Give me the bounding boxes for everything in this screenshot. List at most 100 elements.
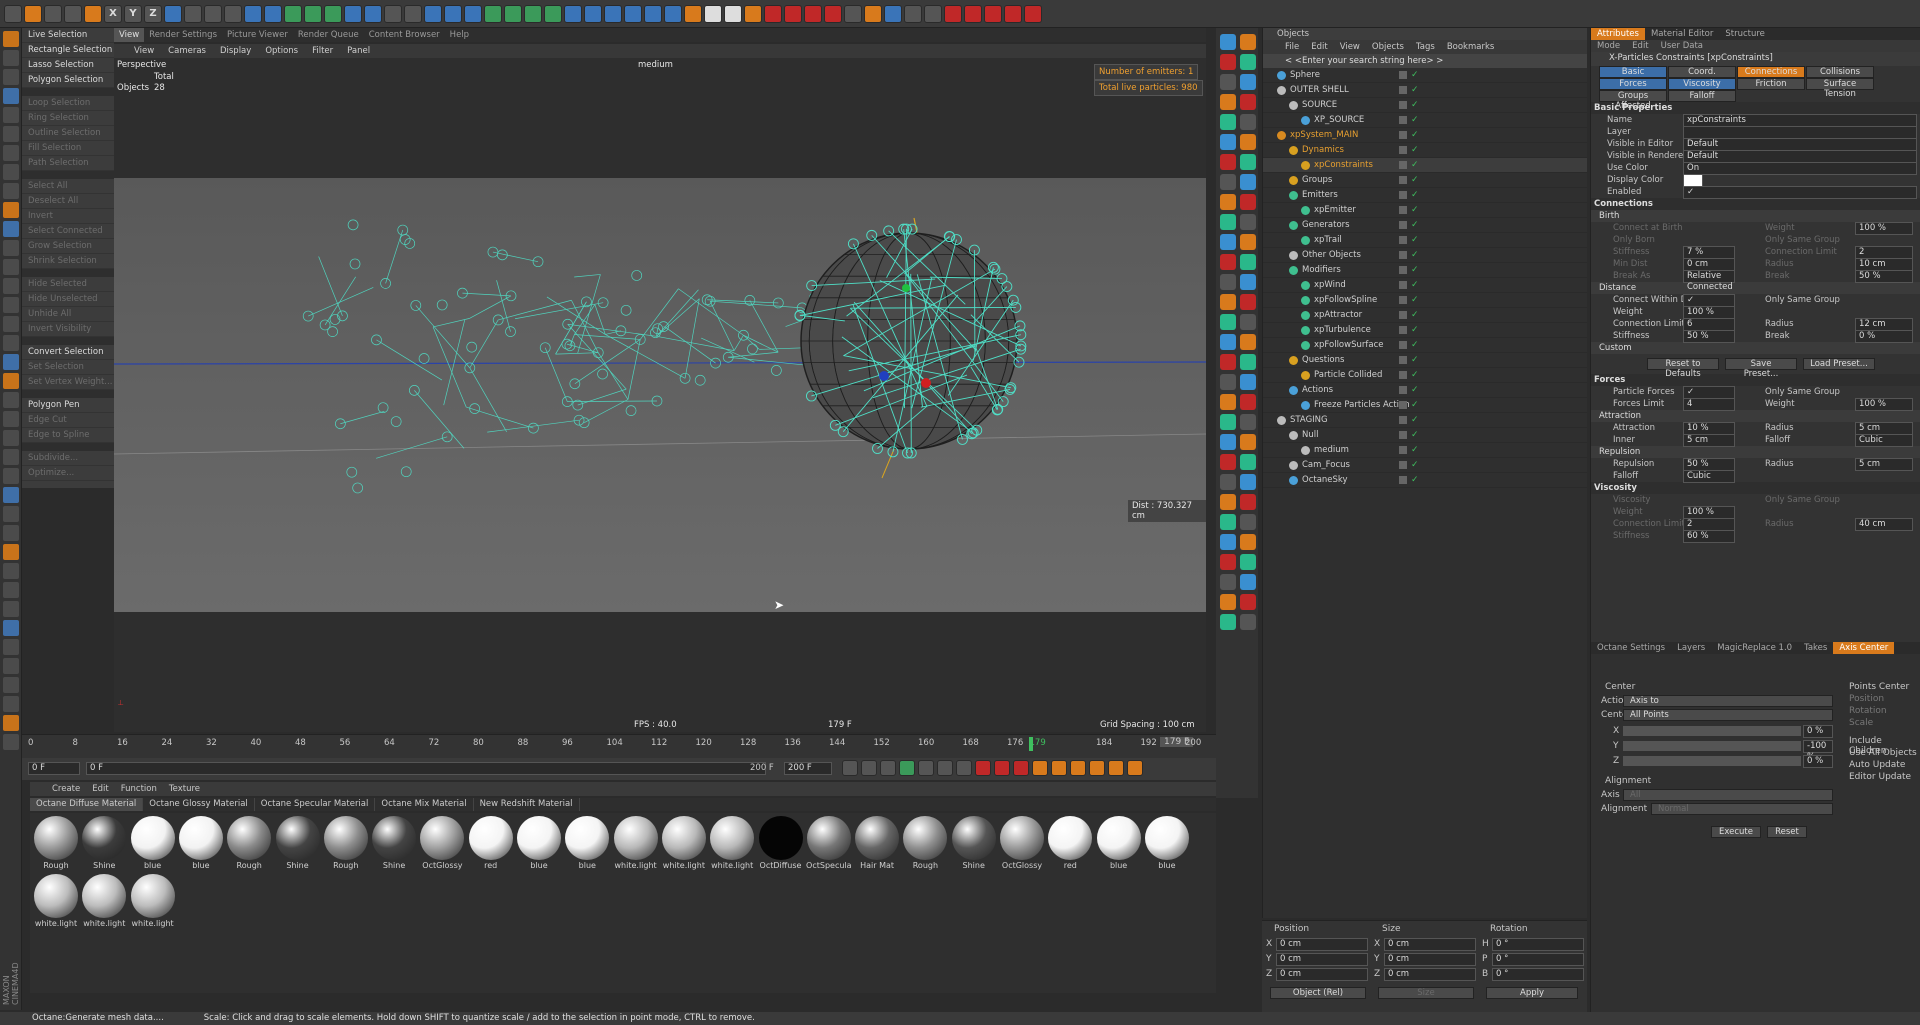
render-view-icon[interactable]: [544, 4, 562, 23]
palette-tool-icon[interactable]: [1220, 354, 1236, 370]
palette-tool-icon[interactable]: [1220, 454, 1236, 470]
property-value[interactable]: 60 %: [1683, 530, 1735, 543]
selection-menu-item[interactable]: Fill Selection: [22, 141, 114, 156]
palette-tool-icon[interactable]: [1220, 74, 1236, 90]
palette-tool-icon[interactable]: [1220, 314, 1236, 330]
camera-icon[interactable]: [684, 4, 702, 23]
array-icon[interactable]: [304, 4, 322, 23]
enabled-check-icon[interactable]: ✓: [1411, 191, 1419, 200]
object-name[interactable]: xpConstraints: [1314, 158, 1373, 173]
material-swatch[interactable]: red: [468, 815, 514, 871]
mode-tool-icon[interactable]: [3, 335, 19, 351]
object-name[interactable]: Modifiers: [1302, 263, 1341, 278]
material-swatch[interactable]: red: [1047, 815, 1093, 871]
material-swatch[interactable]: blue: [1144, 815, 1190, 871]
visibility-toggle[interactable]: [1399, 101, 1407, 109]
visibility-toggle[interactable]: [1399, 71, 1407, 79]
material-swatch[interactable]: Rough: [226, 815, 272, 871]
visibility-toggle[interactable]: [1399, 251, 1407, 259]
viewport-tab[interactable]: Render Queue: [293, 28, 364, 42]
axis-value[interactable]: 0 %: [1803, 755, 1833, 768]
attribute-tab[interactable]: Attributes: [1591, 28, 1645, 40]
object-menu-item[interactable]: Objects: [1372, 40, 1404, 54]
selection-menu-item[interactable]: Convert Selection: [22, 345, 114, 360]
attraction-group[interactable]: Attraction: [1591, 410, 1920, 422]
selection-menu-item[interactable]: Outline Selection: [22, 126, 114, 141]
selection-menu-item[interactable]: Rectangle Selection: [22, 43, 114, 58]
mode-tool-icon[interactable]: [3, 107, 19, 123]
palette-tool-icon[interactable]: [1220, 114, 1236, 130]
param-key-icon[interactable]: [1089, 760, 1105, 776]
material-swatch[interactable]: white.light: [709, 815, 755, 871]
attribute-subtab[interactable]: Connections: [1737, 66, 1805, 78]
material-menu-item[interactable]: Edit: [92, 782, 108, 796]
mode-tool-icon[interactable]: [3, 69, 19, 85]
palette-tool-icon[interactable]: [1240, 94, 1256, 110]
size-mode-select[interactable]: Size: [1378, 987, 1474, 999]
move-key-icon[interactable]: [1032, 760, 1048, 776]
material-swatch[interactable]: blue: [178, 815, 224, 871]
reset-button[interactable]: Reset: [1767, 826, 1807, 838]
go-end-icon[interactable]: [956, 760, 972, 776]
y-axis-icon[interactable]: [844, 4, 862, 23]
material-tab[interactable]: New Redshift Material: [474, 798, 580, 811]
attribute-subtab[interactable]: Collisions: [1806, 66, 1874, 78]
object-row[interactable]: medium ✓: [1263, 443, 1587, 458]
enabled-check-icon[interactable]: ✓: [1411, 176, 1419, 185]
palette-tool-icon[interactable]: [1240, 74, 1256, 90]
render-settings-icon[interactable]: [224, 4, 242, 23]
visibility-toggle[interactable]: [1399, 116, 1407, 124]
mode-tool-icon[interactable]: [3, 145, 19, 161]
mode-tool-icon[interactable]: [3, 468, 19, 484]
enabled-check-icon[interactable]: ✓: [1411, 416, 1419, 425]
viewport-menu-item[interactable]: Cameras: [168, 44, 206, 58]
material-swatch[interactable]: Rough: [902, 815, 948, 871]
bottom-tab[interactable]: Axis Center: [1833, 642, 1895, 654]
axis-center-option[interactable]: Points Center: [1849, 682, 1909, 692]
mode-tool-icon[interactable]: [3, 297, 19, 313]
material-tab[interactable]: Octane Diffuse Material: [30, 798, 144, 811]
material-swatch[interactable]: OctGlossy: [999, 815, 1045, 871]
mode-tool-icon[interactable]: [3, 183, 19, 199]
object-name[interactable]: xpTurbulence: [1314, 323, 1371, 338]
mode-tool-icon[interactable]: [3, 411, 19, 427]
object-menu-item[interactable]: Bookmarks: [1447, 40, 1495, 54]
start-frame-field[interactable]: 0 F: [28, 762, 80, 775]
mode-tool-icon[interactable]: [3, 392, 19, 408]
object-row[interactable]: Modifiers ✓: [1263, 263, 1587, 278]
selection-menu-item[interactable]: Subdivide...: [22, 451, 114, 466]
material-swatch[interactable]: white.light: [661, 815, 707, 871]
light-icon[interactable]: [704, 4, 722, 23]
mode-tool-icon[interactable]: [3, 601, 19, 617]
viewport-menu-item[interactable]: Options: [265, 44, 298, 58]
object-name[interactable]: STAGING: [1290, 413, 1328, 428]
selection-menu-item[interactable]: Shrink Selection: [22, 254, 114, 269]
object-row[interactable]: xpTurbulence ✓: [1263, 323, 1587, 338]
material-swatch[interactable]: white.light: [130, 873, 176, 929]
material-swatch[interactable]: OctDiffuse: [758, 815, 804, 871]
material-swatch[interactable]: Shine: [371, 815, 417, 871]
palette-tool-icon[interactable]: [1240, 134, 1256, 150]
coord-field[interactable]: 0 cm: [1384, 953, 1476, 966]
object-name[interactable]: Particle Collided: [1314, 368, 1382, 383]
palette-tool-icon[interactable]: [1240, 214, 1256, 230]
bottom-tab[interactable]: Octane Settings: [1591, 642, 1671, 654]
object-row[interactable]: xpWind ✓: [1263, 278, 1587, 293]
visibility-toggle[interactable]: [1399, 191, 1407, 199]
selection-menu-item[interactable]: Grow Selection: [22, 239, 114, 254]
render-icon[interactable]: [924, 4, 942, 23]
render-view-icon[interactable]: [904, 4, 922, 23]
attribute-menu-item[interactable]: Edit: [1626, 40, 1654, 52]
object-row[interactable]: xpFollowSurface ✓: [1263, 338, 1587, 353]
object-name[interactable]: XP_SOURCE: [1314, 113, 1364, 128]
world-icon[interactable]: [884, 4, 902, 23]
material-menu-item[interactable]: Function: [121, 782, 157, 796]
palette-tool-icon[interactable]: [1220, 414, 1236, 430]
subdivide-icon[interactable]: [1004, 4, 1022, 23]
selection-menu-item[interactable]: Set Vertex Weight...: [22, 375, 114, 390]
palette-tool-icon[interactable]: [1240, 574, 1256, 590]
selection-menu-item[interactable]: Set Selection: [22, 360, 114, 375]
y-axis-icon[interactable]: [484, 4, 502, 23]
attribute-subtab[interactable]: Surface Tension: [1806, 78, 1874, 99]
object-menu-item[interactable]: Tags: [1416, 40, 1435, 54]
